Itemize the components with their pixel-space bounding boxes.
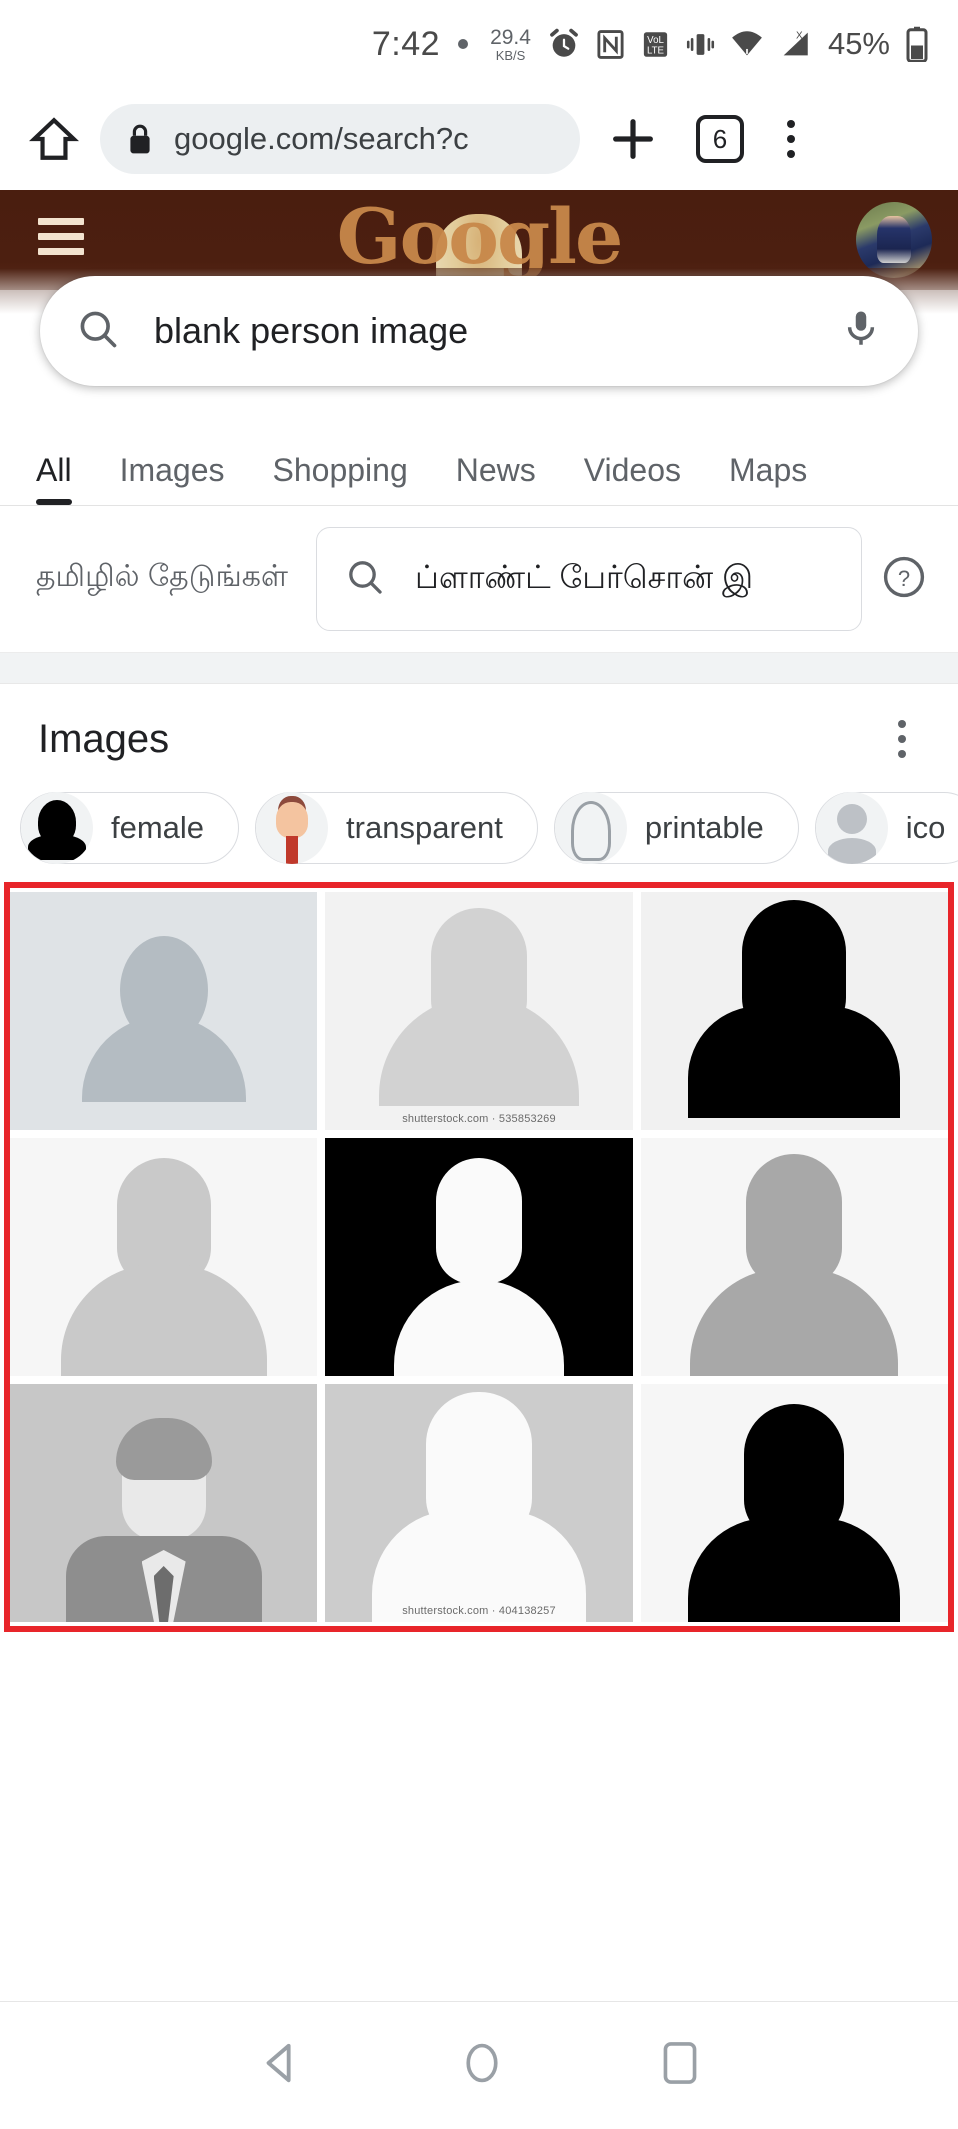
home-icon[interactable] (26, 111, 82, 167)
chip-transparent[interactable]: transparent (255, 792, 538, 864)
hamburger-icon[interactable] (38, 218, 84, 263)
tamil-search-label: தமிழில் தேடுங்கள் (36, 560, 288, 593)
svg-text:X: X (796, 30, 803, 41)
image-result[interactable]: shutterstock.com · 404138257 (325, 1384, 633, 1622)
search-box[interactable]: blank person image (40, 276, 918, 386)
chip-thumbnail-female (21, 792, 93, 864)
chip-label: female (111, 810, 205, 845)
status-bar: 7:42 29.4 KB/S VoL LTE X 45% (0, 0, 958, 88)
image-result[interactable] (640, 1384, 948, 1622)
image-result[interactable] (325, 1138, 633, 1376)
network-speed-value: 29.4 (490, 25, 531, 49)
back-triangle-icon[interactable] (258, 2040, 304, 2091)
image-result[interactable] (640, 892, 948, 1130)
browser-toolbar: google.com/search?c 6 (0, 88, 958, 190)
search-query-text[interactable]: blank person image (154, 310, 840, 352)
images-section-title: Images (38, 716, 170, 761)
search-icon[interactable] (76, 307, 120, 356)
lock-icon (126, 123, 154, 155)
tab-shopping[interactable]: Shopping (273, 452, 408, 505)
help-circle-icon[interactable]: ? (880, 553, 928, 606)
chip-label: ico (905, 810, 946, 845)
chip-thumbnail-printable (554, 792, 627, 864)
search-area: blank person image (0, 268, 958, 420)
chip-printable[interactable]: printable (553, 792, 799, 864)
svg-text:LTE: LTE (647, 45, 665, 56)
wifi-icon (730, 27, 764, 61)
image-watermark: shutterstock.com · 535853269 (402, 1113, 556, 1125)
phone-screen: 7:42 29.4 KB/S VoL LTE X 45% google.com/… (0, 0, 958, 2129)
status-time: 7:42 (371, 24, 441, 63)
tab-maps[interactable]: Maps (729, 452, 807, 505)
image-filter-chips: female transparent printable ico (0, 786, 958, 882)
tab-videos[interactable]: Videos (584, 452, 681, 505)
image-result[interactable]: shutterstock.com · 535853269 (325, 892, 633, 1130)
image-result[interactable] (640, 1138, 948, 1376)
account-avatar[interactable] (856, 202, 932, 278)
chip-thumbnail-icon (815, 792, 888, 864)
battery-icon (904, 26, 930, 62)
kebab-menu-icon[interactable] (884, 710, 920, 768)
tab-images[interactable]: Images (120, 452, 225, 505)
url-text: google.com/search?c (174, 121, 469, 156)
image-result[interactable] (10, 892, 318, 1130)
home-circle-icon[interactable] (460, 2039, 504, 2092)
chip-icon[interactable]: ico (814, 792, 958, 864)
volte-icon: VoL LTE (640, 29, 671, 60)
android-navigation-bar (0, 2001, 958, 2129)
chip-female[interactable]: female (20, 792, 240, 864)
battery-percent: 45% (827, 26, 890, 61)
tamil-query-text: ப்ளாண்ட் பேர்சொன் இ (415, 558, 754, 595)
signal-no-sim-icon: X (778, 27, 812, 61)
image-result[interactable] (10, 1384, 318, 1622)
vibrate-icon (685, 29, 716, 60)
microphone-icon[interactable] (840, 308, 882, 355)
alarm-icon (547, 27, 581, 61)
recents-square-icon[interactable] (660, 2039, 700, 2092)
search-tabs: All Images Shopping News Videos Maps (0, 420, 958, 506)
network-speed: 29.4 KB/S (490, 27, 531, 62)
tamil-search-row: தமிழில் தேடுங்கள் ப்ளாண்ட் பேர்சொன் இ ? (0, 506, 958, 652)
images-section-header: Images (0, 684, 958, 786)
svg-text:?: ? (898, 566, 910, 591)
overflow-menu-icon[interactable] (766, 111, 816, 167)
status-dot-icon (458, 39, 469, 49)
section-divider (0, 652, 958, 684)
tab-all[interactable]: All (36, 452, 72, 505)
tab-counter-button[interactable]: 6 (696, 115, 744, 163)
tab-news[interactable]: News (456, 452, 536, 505)
nfc-icon (595, 29, 626, 60)
plus-icon[interactable] (602, 108, 664, 170)
image-result[interactable] (10, 1138, 318, 1376)
chip-thumbnail-transparent (256, 792, 329, 864)
tamil-search-input[interactable]: ப்ளாண்ட் பேர்சொன் இ (316, 527, 862, 631)
image-results-grid: shutterstock.com · 535853269 shutterstoc… (10, 892, 948, 1622)
chip-label: transparent (346, 810, 503, 845)
image-watermark: shutterstock.com · 404138257 (402, 1605, 556, 1617)
address-bar[interactable]: google.com/search?c (100, 104, 580, 174)
network-speed-unit: KB/S (495, 47, 526, 63)
search-icon (345, 557, 385, 602)
chip-label: printable (644, 810, 764, 845)
image-results-annotation-box: shutterstock.com · 535853269 shutterstoc… (4, 882, 954, 1632)
